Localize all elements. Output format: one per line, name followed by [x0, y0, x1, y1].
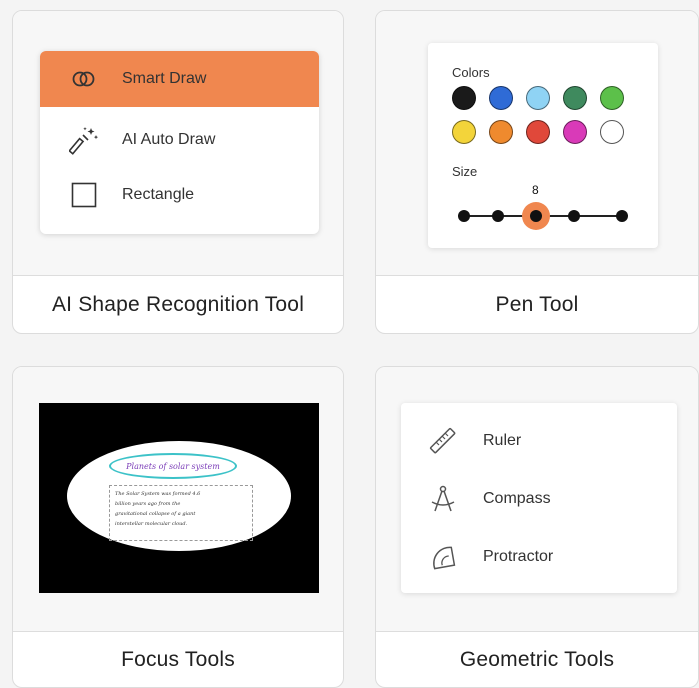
magic-wand-icon [64, 125, 104, 155]
color-swatch[interactable] [526, 86, 550, 110]
shape-recognition-preview: Smart Draw AI Auto Draw Rectangle [13, 11, 343, 276]
menu-item-ruler[interactable]: Ruler [401, 421, 677, 461]
note-line: interstellar molecular cloud. [115, 521, 188, 527]
pen-tool-preview: Colors Size 8 [376, 11, 698, 276]
card-caption: Geometric Tools [459, 647, 615, 671]
menu-item-label: Smart Draw [122, 70, 207, 87]
geometric-tools-card[interactable]: Ruler Compass Protractor Geometric Tools [375, 366, 699, 688]
menu-item-rectangle[interactable]: Rectangle [40, 167, 319, 223]
shape-menu: Smart Draw AI Auto Draw Rectangle [40, 51, 319, 234]
color-swatch[interactable] [452, 120, 476, 144]
focus-spotlight-screen: Planets of solar system The Solar System… [39, 403, 319, 593]
smart-draw-icon [64, 64, 104, 94]
compass-icon [428, 484, 458, 514]
note-line: billion years ago from the [115, 501, 181, 507]
pen-tool-card[interactable]: Colors Size 8 Pen Tool [375, 10, 699, 334]
color-swatch[interactable] [489, 86, 513, 110]
color-swatch[interactable] [526, 120, 550, 144]
note-line: The Solar System was formed 4.6 [115, 491, 201, 497]
protractor-icon [428, 542, 458, 572]
color-swatch[interactable] [600, 120, 624, 144]
note-line: gravitational collapse of a giant [115, 511, 196, 517]
ruler-icon [428, 426, 458, 456]
size-option-dot[interactable] [458, 210, 470, 222]
size-option-dot[interactable] [616, 210, 628, 222]
size-value: 8 [532, 183, 539, 197]
menu-item-protractor[interactable]: Protractor [401, 537, 677, 577]
note-body: The Solar System was formed 4.6 billion … [109, 485, 253, 541]
menu-item-ai-auto-draw[interactable]: AI Auto Draw [40, 112, 319, 168]
menu-item-compass[interactable]: Compass [401, 479, 677, 519]
color-swatch[interactable] [452, 86, 476, 110]
menu-item-label: AI Auto Draw [122, 131, 216, 148]
shape-recognition-card[interactable]: Smart Draw AI Auto Draw Rectangle AI Sha… [12, 10, 344, 334]
colors-label: Colors [452, 65, 490, 80]
menu-item-label: Compass [483, 490, 551, 507]
note-title: Planets of solar system [109, 453, 237, 479]
geometric-tools-menu: Ruler Compass Protractor [401, 403, 677, 593]
card-caption: Pen Tool [495, 292, 579, 316]
pen-settings-panel: Colors Size 8 [428, 43, 658, 248]
size-option-dot[interactable] [530, 210, 542, 222]
focus-tools-preview: Planets of solar system The Solar System… [13, 367, 343, 632]
card-caption: Focus Tools [121, 647, 235, 671]
menu-item-label: Protractor [483, 548, 554, 565]
color-swatch[interactable] [563, 86, 587, 110]
size-option-dot[interactable] [568, 210, 580, 222]
rectangle-icon [64, 180, 104, 210]
focus-tools-card[interactable]: Planets of solar system The Solar System… [12, 366, 344, 688]
menu-item-label: Ruler [483, 432, 522, 449]
spotlight-oval: Planets of solar system The Solar System… [67, 441, 291, 551]
menu-item-smart-draw[interactable]: Smart Draw [40, 51, 319, 107]
color-swatch[interactable] [563, 120, 587, 144]
color-swatch[interactable] [600, 86, 624, 110]
menu-item-label: Rectangle [122, 186, 195, 203]
color-swatch[interactable] [489, 120, 513, 144]
geometric-tools-preview: Ruler Compass Protractor [376, 367, 698, 632]
size-option-dot[interactable] [492, 210, 504, 222]
size-label: Size [452, 164, 478, 179]
card-caption: AI Shape Recognition Tool [51, 292, 305, 316]
